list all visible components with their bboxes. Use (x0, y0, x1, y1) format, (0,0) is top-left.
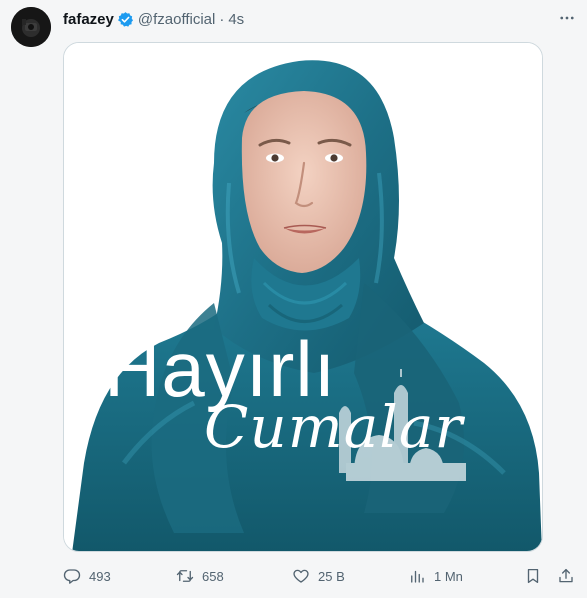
tweet-actions-bar: 493 658 25 B 1 Mn (63, 565, 579, 587)
like-count: 25 B (318, 568, 345, 584)
author-display-name[interactable]: fafazey (63, 11, 114, 28)
like-button[interactable]: 25 B (292, 565, 345, 587)
bookmark-icon (527, 568, 539, 584)
avatar-image (11, 7, 51, 47)
tweet[interactable]: fafazey @fzaofficial · 4s Hayırlı Cumala… (0, 0, 587, 598)
retweet-icon (176, 570, 194, 582)
more-options-button[interactable] (556, 9, 578, 27)
share-icon (559, 568, 573, 583)
views-count: 1 Mn (434, 568, 463, 584)
retweet-count: 658 (202, 568, 224, 584)
views-button[interactable]: 1 Mn (408, 565, 463, 587)
share-button[interactable] (557, 565, 575, 587)
author-handle[interactable]: @fzaofficial (138, 11, 215, 28)
reply-button[interactable]: 493 (63, 565, 111, 587)
tweet-header: fafazey @fzaofficial · 4s (63, 9, 244, 29)
tweet-timestamp[interactable]: 4s (228, 11, 244, 28)
reply-icon (63, 569, 81, 584)
tweet-media-image[interactable] (63, 42, 543, 552)
bookmark-button[interactable] (524, 565, 542, 587)
verified-badge-icon (117, 11, 134, 28)
reply-count: 493 (89, 568, 111, 584)
heart-icon (293, 569, 309, 583)
avatar[interactable] (11, 7, 51, 47)
separator-dot: · (219, 10, 225, 28)
views-chart-icon (411, 570, 424, 583)
retweet-button[interactable]: 658 (176, 565, 224, 587)
portrait-illustration (64, 43, 542, 551)
more-icon (560, 16, 574, 20)
